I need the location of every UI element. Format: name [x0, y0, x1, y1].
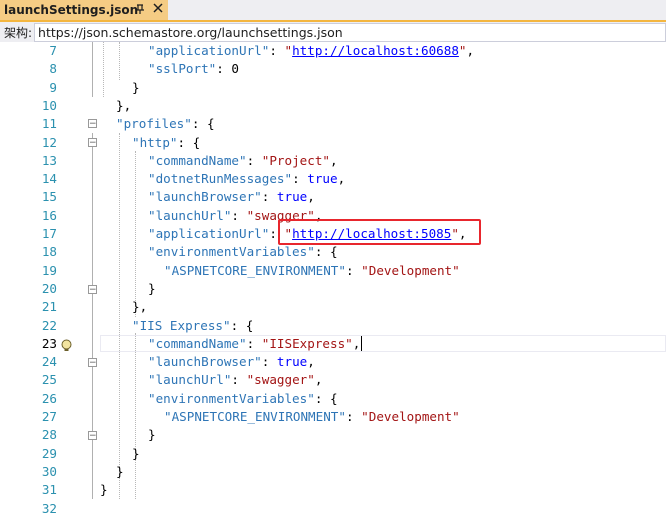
- url-link[interactable]: http://localhost:60688: [292, 43, 459, 58]
- code-line: "IIS Express": {: [132, 317, 254, 333]
- code-line-current: "commandName": "IISExpress",​: [148, 335, 363, 351]
- line-number: 16: [41, 207, 57, 223]
- line-number: 32: [41, 500, 57, 516]
- line-number: 26: [41, 390, 57, 406]
- pin-icon[interactable]: [133, 3, 147, 17]
- line-number: 22: [41, 317, 57, 333]
- schema-url-input[interactable]: https://json.schemastore.org/launchsetti…: [34, 22, 666, 42]
- line-number: 19: [41, 262, 57, 278]
- code-line: "commandName": "Project",: [148, 152, 338, 168]
- code-line: "environmentVariables": {: [148, 244, 338, 260]
- line-number: 24: [41, 354, 57, 370]
- line-number: 25: [41, 372, 57, 388]
- code-line: "launchBrowser": true,: [148, 189, 315, 205]
- line-number: 31: [41, 482, 57, 498]
- lightbulb-icon[interactable]: [60, 337, 73, 351]
- line-number: 29: [41, 445, 57, 461]
- code-line: "environmentVariables": {: [148, 390, 338, 406]
- code-line: },: [116, 97, 132, 113]
- annotation-highlight-box: [278, 219, 481, 245]
- tab-title: launchSettings.json: [4, 3, 139, 17]
- code-editor[interactable]: 7 8 9 10 11 12 13 14 15 16 17 18 19 20 2…: [0, 42, 666, 527]
- code-line: "ASPNETCORE_ENVIRONMENT": "Development": [164, 262, 460, 278]
- fold-toggle[interactable]: −: [88, 138, 97, 148]
- fold-toggle[interactable]: −: [88, 431, 97, 441]
- schema-label: 架构:: [4, 25, 33, 40]
- close-icon[interactable]: [151, 3, 165, 17]
- line-number: 20: [41, 280, 57, 296]
- line-number: 9: [49, 79, 57, 95]
- code-line: "launchUrl": "swagger",: [148, 372, 323, 388]
- code-line: "launchBrowser": true,: [148, 354, 315, 370]
- code-line: }: [132, 79, 140, 95]
- code-line: "dotnetRunMessages": true,: [148, 171, 346, 187]
- line-number: 8: [49, 61, 57, 77]
- fold-toggle[interactable]: −: [88, 119, 97, 129]
- fold-toggle[interactable]: −: [88, 285, 97, 295]
- line-number: 11: [41, 116, 57, 132]
- line-number: 18: [41, 244, 57, 260]
- tab-launchsettings[interactable]: launchSettings.json: [0, 0, 168, 20]
- line-number: 28: [41, 427, 57, 443]
- code-line: "http": {: [132, 134, 201, 150]
- line-number: 7: [49, 43, 57, 58]
- line-number: 17: [41, 226, 57, 241]
- line-number: 14: [41, 171, 57, 187]
- line-number: 21: [41, 299, 57, 315]
- code-line: }: [116, 463, 124, 479]
- tab-bar: launchSettings.json: [0, 0, 666, 22]
- line-number: 30: [41, 463, 57, 479]
- code-line: "profiles": {: [116, 116, 215, 132]
- code-line: }: [148, 280, 156, 296]
- code-line: "ASPNETCORE_ENVIRONMENT": "Development": [164, 409, 460, 424]
- code-line: "applicationUrl": "http://localhost:6068…: [148, 43, 475, 58]
- code-line: }: [100, 482, 108, 498]
- code-line: },: [132, 299, 148, 315]
- line-number: 27: [41, 409, 57, 424]
- line-number: 10: [41, 97, 57, 113]
- line-number-current: 23: [41, 335, 57, 351]
- code-line: "sslPort": 0: [148, 61, 240, 77]
- text-cursor: ​: [361, 335, 363, 351]
- code-line: }: [132, 445, 140, 461]
- code-line: }: [148, 427, 156, 443]
- schema-bar: 架构: https://json.schemastore.org/launchs…: [0, 22, 666, 42]
- fold-toggle[interactable]: −: [88, 358, 97, 368]
- line-number: 15: [41, 189, 57, 205]
- line-number: 13: [41, 152, 57, 168]
- line-number: 12: [41, 134, 57, 150]
